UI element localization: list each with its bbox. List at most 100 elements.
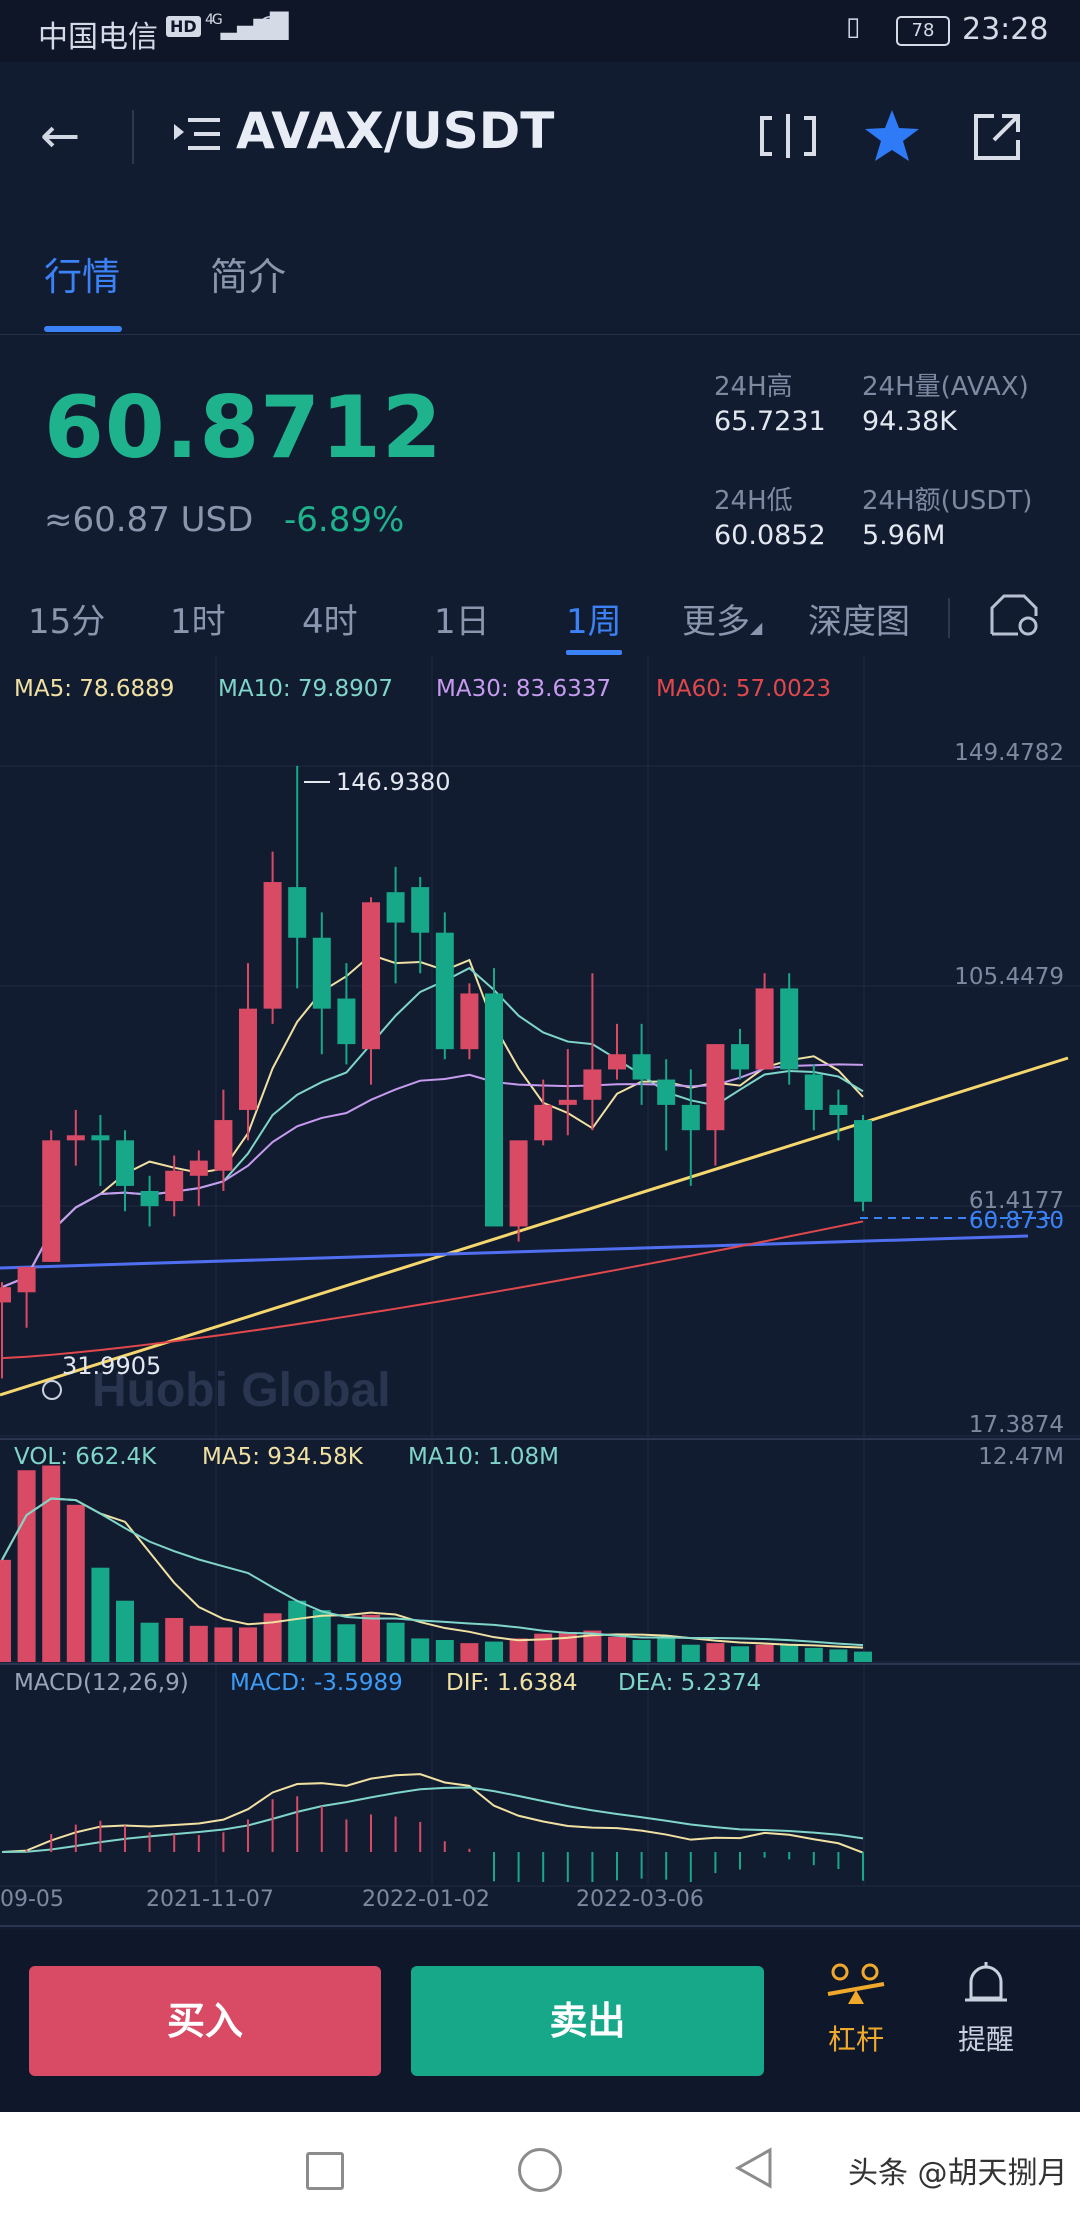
kline-chart[interactable]: Huobi Global MA5: 78.6889 MA10: 79.8907 … (0, 656, 1080, 1930)
app-screen: 中国电信 HD 4G▂▄▆█ ◠ ▯ 78 23:28 ← AVAX/USDT (0, 0, 1080, 2112)
volume-bar (534, 1633, 553, 1662)
alert-button[interactable]: 提醒 (946, 1960, 1026, 2058)
candle-body (435, 932, 454, 1050)
volume-bar (140, 1622, 159, 1662)
system-nav-bar: 头条 @胡天捌月 (0, 2112, 1080, 2220)
interval-1w[interactable]: 1周 (566, 594, 622, 643)
wifi-icon: ◠ (258, 10, 281, 40)
volume-bar (780, 1644, 799, 1662)
volume-bar (681, 1644, 700, 1662)
volume-bar (509, 1638, 528, 1662)
clock: 23:28 (962, 12, 1049, 47)
candle-body (804, 1074, 823, 1110)
candle-body (91, 1135, 110, 1141)
candle-body (214, 1120, 233, 1171)
high-label: 24H高 (714, 372, 793, 402)
volume-bar (66, 1504, 85, 1662)
volume-bar (411, 1638, 430, 1662)
macd-legend: MACD(12,26,9) (14, 1670, 189, 1696)
volume-bar (804, 1647, 823, 1662)
volume-bar (116, 1600, 134, 1662)
pair-menu-icon[interactable] (172, 112, 222, 156)
recent-apps-icon[interactable] (306, 2152, 344, 2190)
interval-divider (948, 598, 950, 638)
vol-legend: VOL: 662.4K (14, 1444, 157, 1470)
candle-body (189, 1160, 208, 1176)
back-triangle-icon[interactable] (732, 2146, 776, 2190)
date-label-2: 2022-01-02 (362, 1887, 490, 1912)
date-label-3: 2022-03-06 (576, 1887, 704, 1912)
network-type: 4G (205, 12, 223, 28)
split-screen-icon[interactable] (760, 114, 816, 158)
dif-legend: DIF: 1.6384 (446, 1670, 577, 1696)
volume-bar (632, 1639, 651, 1662)
candle-body (239, 1008, 257, 1110)
interval-4h[interactable]: 4时 (302, 594, 358, 643)
candle-body (681, 1104, 700, 1131)
interval-15m[interactable]: 15分 (28, 594, 105, 643)
hd-badge: HD (166, 16, 201, 37)
volume-value: 94.38K (862, 406, 958, 437)
sell-button[interactable]: 卖出 (411, 1966, 764, 2076)
low-label: 24H低 (714, 486, 793, 516)
volume-bar (386, 1622, 405, 1662)
candle-body (534, 1104, 553, 1141)
trading-pair-title[interactable]: AVAX/USDT (236, 102, 554, 160)
tab-active-indicator (44, 326, 122, 332)
date-label-1: 2021-11-07 (146, 1887, 274, 1912)
candle-body (337, 998, 356, 1045)
back-arrow-icon[interactable]: ← (40, 108, 80, 164)
chart-settings-icon[interactable] (988, 588, 1040, 638)
candle-body (66, 1135, 85, 1141)
interval-1h[interactable]: 1时 (170, 594, 226, 643)
home-icon[interactable] (518, 2148, 562, 2192)
high-value: 65.7231 (714, 406, 826, 437)
volume-bar (42, 1465, 61, 1662)
candle-body (460, 993, 479, 1050)
volume-bar (189, 1625, 208, 1662)
interval-more[interactable]: 更多◢ (682, 594, 762, 643)
y-label-top: 149.4782 (954, 740, 1064, 766)
leverage-button[interactable]: 杠杆 (816, 1960, 896, 2058)
tab-intro[interactable]: 简介 (210, 246, 286, 301)
candle-body (657, 1079, 676, 1105)
vibrate-icon: ▯ (846, 12, 861, 42)
volume-bar (608, 1636, 626, 1662)
candle-body (288, 887, 307, 938)
dropdown-triangle-icon: ◢ (750, 618, 763, 637)
amount-value: 5.96M (862, 520, 946, 551)
volume-bar (214, 1627, 233, 1662)
candle-body (312, 937, 331, 1009)
y-label-mid: 105.4479 (954, 964, 1064, 990)
buy-button[interactable]: 买入 (29, 1966, 381, 2076)
header-divider (132, 110, 134, 164)
volume-bar (17, 1470, 36, 1662)
leverage-icon (827, 1963, 885, 2004)
depth-chart-tab[interactable]: 深度图 (808, 594, 910, 643)
candle-body (854, 1120, 872, 1202)
last-price-label: 60.8730 (969, 1208, 1064, 1234)
favorite-star-icon[interactable] (862, 106, 922, 166)
volume-bar (91, 1567, 110, 1662)
candle-body (731, 1044, 749, 1070)
volume-bar (755, 1644, 774, 1662)
volume-bar (312, 1610, 331, 1662)
high-marker-label: 146.9380 (336, 768, 451, 796)
volume-bar (706, 1643, 725, 1662)
volume-label: 24H量(AVAX) (862, 372, 1029, 402)
candle-body (140, 1190, 159, 1207)
candle-body (17, 1266, 36, 1293)
candle-body (583, 1069, 602, 1100)
share-icon[interactable] (972, 112, 1022, 162)
ma30-legend: MA30: 83.6337 (436, 676, 611, 702)
interval-more-label: 更多 (682, 602, 750, 642)
bell-icon (965, 1962, 1007, 2002)
candle-body (608, 1054, 626, 1070)
usd-price: ≈60.87 USD (44, 500, 254, 540)
interval-1d[interactable]: 1日 (434, 594, 490, 643)
tab-market[interactable]: 行情 (44, 246, 120, 301)
low-value: 60.0852 (714, 520, 826, 551)
ma60-legend: MA60: 57.0023 (656, 676, 831, 702)
candle-body (829, 1104, 848, 1116)
volume-bar (239, 1627, 257, 1662)
